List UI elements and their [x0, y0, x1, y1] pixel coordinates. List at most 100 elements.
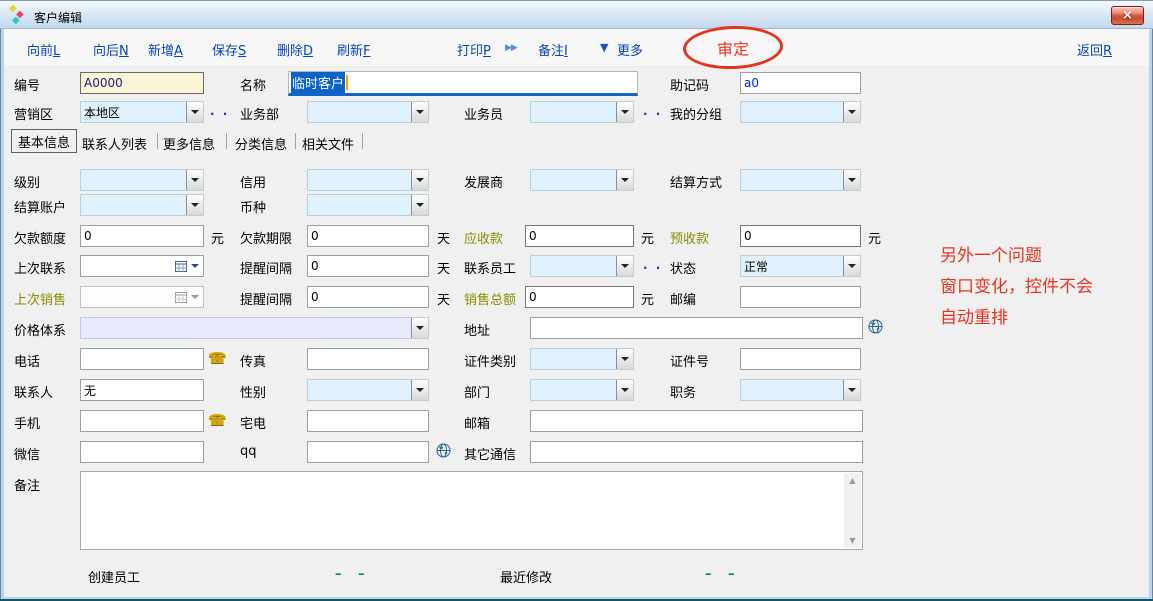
chevron-down-icon[interactable] — [843, 101, 861, 123]
position-select[interactable] — [740, 379, 861, 401]
tab-more-info[interactable]: 更多信息 — [163, 134, 215, 153]
chevron-down-icon[interactable] — [616, 169, 634, 191]
other-comm-input[interactable] — [530, 441, 863, 463]
chevron-down-icon[interactable] — [616, 379, 634, 401]
phone-input[interactable] — [80, 348, 204, 370]
sales-total-input[interactable]: 0 — [525, 286, 634, 308]
scrollbar[interactable]: ▲ ▼ — [844, 473, 861, 548]
email-input[interactable] — [530, 410, 863, 432]
wechat-input[interactable] — [80, 441, 204, 463]
advance-input[interactable]: 0 — [740, 225, 861, 247]
mobile-input[interactable] — [80, 410, 204, 432]
tab-category-info[interactable]: 分类信息 — [235, 134, 287, 153]
last-contact-date-picker[interactable] — [80, 255, 204, 277]
toolbar-backward-button[interactable]: 向后N — [93, 40, 129, 59]
id-number-input[interactable] — [740, 348, 861, 370]
phone-icon[interactable]: ☎ — [208, 411, 227, 429]
qq-input[interactable] — [307, 441, 429, 463]
browse-dots-button[interactable]: . . — [643, 104, 662, 118]
credit-select[interactable] — [307, 169, 429, 191]
remind-interval2-input[interactable]: 0 — [307, 286, 429, 308]
scroll-up-icon[interactable]: ▲ — [844, 473, 861, 488]
browse-dots-button[interactable]: . . — [643, 258, 662, 272]
marketing-area-label: 营销区 — [14, 104, 53, 123]
toolbar-back-button[interactable]: 返回R — [1077, 40, 1112, 59]
chevron-down-icon[interactable] — [843, 379, 861, 401]
settle-account-select[interactable] — [80, 194, 204, 216]
chevron-down-icon[interactable] — [411, 101, 429, 123]
globe-icon[interactable] — [868, 319, 883, 334]
chevron-down-icon[interactable] — [186, 169, 204, 191]
chevron-down-icon[interactable] — [616, 255, 634, 277]
level-select[interactable] — [80, 169, 204, 191]
browse-dots-button[interactable]: . . — [210, 104, 229, 118]
tab-contact-list[interactable]: 联系人列表 — [82, 134, 147, 153]
toolbar-more-button[interactable]: 更多 — [617, 40, 643, 59]
tab-basic-info[interactable]: 基本信息 — [11, 129, 77, 153]
settle-method-select[interactable] — [740, 169, 861, 191]
toolbar-delete-button[interactable]: 删除D — [277, 40, 313, 59]
chevron-down-icon[interactable] — [616, 101, 634, 123]
close-icon: × — [1122, 8, 1133, 23]
toolbar-print-button[interactable]: 打印P — [457, 40, 491, 59]
price-system-label: 价格体系 — [14, 320, 66, 339]
salesperson-select[interactable] — [530, 101, 634, 123]
chevron-down-icon[interactable] — [186, 101, 204, 123]
phone-icon[interactable]: ☎ — [208, 349, 227, 367]
marketing-area-select[interactable]: 本地区 — [80, 101, 204, 123]
settle-account-label: 结算账户 — [14, 197, 66, 216]
double-chevron-icon[interactable]: ▶▶ — [505, 43, 517, 53]
mnemonic-input[interactable]: a0 — [740, 72, 861, 94]
qq-label: qq — [240, 444, 257, 459]
toolbar-save-button[interactable]: 保存S — [212, 40, 246, 59]
chevron-down-icon[interactable] — [616, 348, 634, 370]
chevron-down-icon[interactable] — [191, 264, 199, 268]
home-phone-label: 宅电 — [240, 413, 266, 432]
toolbar-note-button[interactable]: 备注I — [538, 40, 568, 59]
postcode-input[interactable] — [740, 286, 861, 308]
globe-icon[interactable] — [436, 443, 451, 458]
remarks-textarea[interactable]: ▲ ▼ — [80, 471, 863, 550]
price-system-select[interactable] — [80, 317, 429, 339]
my-group-select[interactable] — [740, 101, 861, 123]
currency-select[interactable] — [307, 194, 429, 216]
contact-person-input[interactable]: 无 — [80, 379, 204, 401]
toolbar-add-button[interactable]: 新增A — [148, 40, 183, 59]
toolbar-forward-button[interactable]: 向前L — [27, 40, 60, 59]
developer-select[interactable] — [530, 169, 634, 191]
name-label: 名称 — [240, 75, 266, 94]
name-input[interactable]: 临时客户 — [288, 71, 638, 96]
scroll-down-icon[interactable]: ▼ — [844, 533, 861, 548]
chevron-down-icon[interactable] — [411, 317, 429, 339]
salesperson-label: 业务员 — [464, 104, 503, 123]
status-select[interactable]: 正常 — [740, 255, 861, 277]
contact-staff-select[interactable] — [530, 255, 634, 277]
chevron-down-icon[interactable] — [411, 379, 429, 401]
calendar-icon[interactable] — [175, 261, 187, 272]
address-input[interactable] — [530, 317, 863, 339]
fax-input[interactable] — [307, 348, 429, 370]
department-select[interactable] — [530, 379, 634, 401]
chevron-down-icon[interactable] — [843, 169, 861, 191]
home-phone-input[interactable] — [307, 410, 429, 432]
approve-annotation-text: 审定 — [717, 35, 750, 60]
chevron-down-icon[interactable] — [411, 194, 429, 216]
remind-interval-input[interactable]: 0 — [307, 255, 429, 277]
gender-select[interactable] — [307, 379, 429, 401]
chevron-down-icon[interactable] — [186, 194, 204, 216]
unit-suffix: 元 — [641, 289, 654, 308]
status-label: 状态 — [670, 258, 696, 277]
toolbar-refresh-button[interactable]: 刷新F — [337, 40, 371, 59]
created-time-placeholder: – — [358, 567, 365, 582]
chevron-down-icon[interactable] — [411, 169, 429, 191]
close-button[interactable]: × — [1111, 6, 1144, 25]
debt-limit-input[interactable]: 0 — [80, 225, 204, 247]
id-type-select[interactable] — [530, 348, 634, 370]
debt-term-input[interactable]: 0 — [307, 225, 429, 247]
receivable-input[interactable]: 0 — [525, 225, 634, 247]
tab-related-files[interactable]: 相关文件 — [302, 134, 354, 153]
chevron-down-icon[interactable] — [843, 255, 861, 277]
sales-dept-select[interactable] — [307, 101, 429, 123]
number-input[interactable]: A0000 — [80, 72, 204, 94]
other-comm-label: 其它通信 — [464, 444, 516, 463]
